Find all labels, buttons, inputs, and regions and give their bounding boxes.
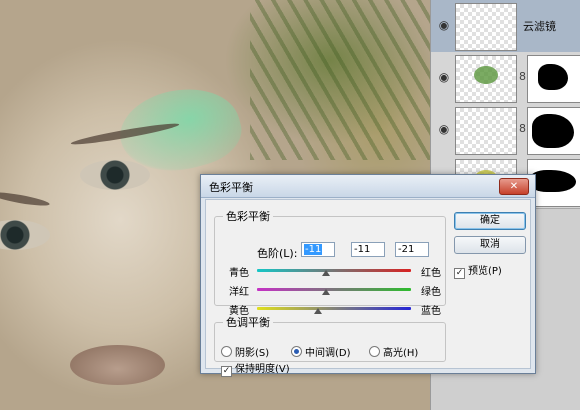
visibility-eye-icon[interactable]: ◉ <box>437 18 451 32</box>
layer-thumbnail <box>455 3 517 51</box>
layer-mask-thumbnail[interactable] <box>527 55 580 103</box>
color-balance-legend: 色彩平衡 <box>226 210 270 223</box>
slider-right-label: 红色 <box>421 268 441 279</box>
radio-midtones[interactable]: 中间调(D) <box>291 344 351 359</box>
layer-name: 云滤镜 <box>523 20 556 33</box>
dialog-title: 色彩平衡 <box>209 181 253 194</box>
color-balance-dialog: 色彩平衡 ✕ 色彩平衡 色阶(L): -11 -11 -21 青色 红色 洋红 … <box>200 174 536 377</box>
eye-right <box>80 160 150 190</box>
eye-left <box>0 220 50 250</box>
radio-dot[interactable] <box>369 346 380 357</box>
preview-checkbox[interactable]: ✓ 预览(P) <box>454 262 502 279</box>
close-button[interactable]: ✕ <box>499 178 529 195</box>
level-input-yellow-blue[interactable]: -21 <box>395 242 429 257</box>
slider-track[interactable] <box>257 269 411 272</box>
slider-magenta-green: 洋红 绿色 <box>223 283 441 298</box>
chain-link-icon[interactable]: 8 <box>519 122 527 136</box>
layer-mask-thumbnail[interactable] <box>527 107 580 155</box>
checkbox-box[interactable]: ✓ <box>454 268 465 279</box>
foliage <box>250 0 430 160</box>
layer-thumbnail <box>455 55 517 103</box>
layer-row[interactable]: ◉ 8 <box>431 52 580 105</box>
visibility-eye-icon[interactable]: ◉ <box>437 70 451 84</box>
preserve-luminosity-checkbox[interactable]: ✓ 保持明度(V) <box>221 360 290 377</box>
slider-track[interactable] <box>257 288 411 291</box>
checkbox-box[interactable]: ✓ <box>221 366 232 377</box>
slider-thumb[interactable] <box>321 289 330 295</box>
levels-label: 色阶(L): <box>257 247 298 260</box>
radio-dot[interactable] <box>291 346 302 357</box>
layer-row[interactable]: ◉ 云滤镜 <box>431 0 580 53</box>
color-balance-group: 色彩平衡 色阶(L): -11 -11 -21 青色 红色 洋红 绿色 黄色 蓝… <box>214 208 446 317</box>
slider-left-label: 洋红 <box>229 287 249 298</box>
radio-shadows[interactable]: 阴影(S) <box>221 344 269 359</box>
layer-thumbnail <box>455 107 517 155</box>
chain-link-icon[interactable]: 8 <box>519 70 527 84</box>
level-input-cyan-red[interactable]: -11 <box>301 242 335 257</box>
slider-cyan-red: 青色 红色 <box>223 264 441 279</box>
slider-left-label: 青色 <box>229 268 249 279</box>
cancel-button[interactable]: 取消 <box>454 236 526 254</box>
level-input-magenta-green[interactable]: -11 <box>351 242 385 257</box>
visibility-eye-icon[interactable]: ◉ <box>437 122 451 136</box>
tone-balance-group: 色调平衡 阴影(S) 中间调(D) 高光(H) ✓ 保持明度(V) <box>214 314 446 377</box>
slider-right-label: 绿色 <box>421 287 441 298</box>
slider-track[interactable] <box>257 307 411 310</box>
radio-dot[interactable] <box>221 346 232 357</box>
dialog-body: 色彩平衡 色阶(L): -11 -11 -21 青色 红色 洋红 绿色 黄色 蓝… <box>205 199 531 377</box>
eyebrow-left <box>0 189 51 209</box>
dialog-titlebar[interactable]: 色彩平衡 ✕ <box>201 175 535 198</box>
layer-row[interactable]: ◉ 8 <box>431 104 580 157</box>
tone-balance-legend: 色调平衡 <box>226 316 270 329</box>
slider-thumb[interactable] <box>321 270 330 276</box>
lips <box>70 345 165 385</box>
radio-highlights[interactable]: 高光(H) <box>369 344 418 359</box>
ok-button[interactable]: 确定 <box>454 212 526 230</box>
